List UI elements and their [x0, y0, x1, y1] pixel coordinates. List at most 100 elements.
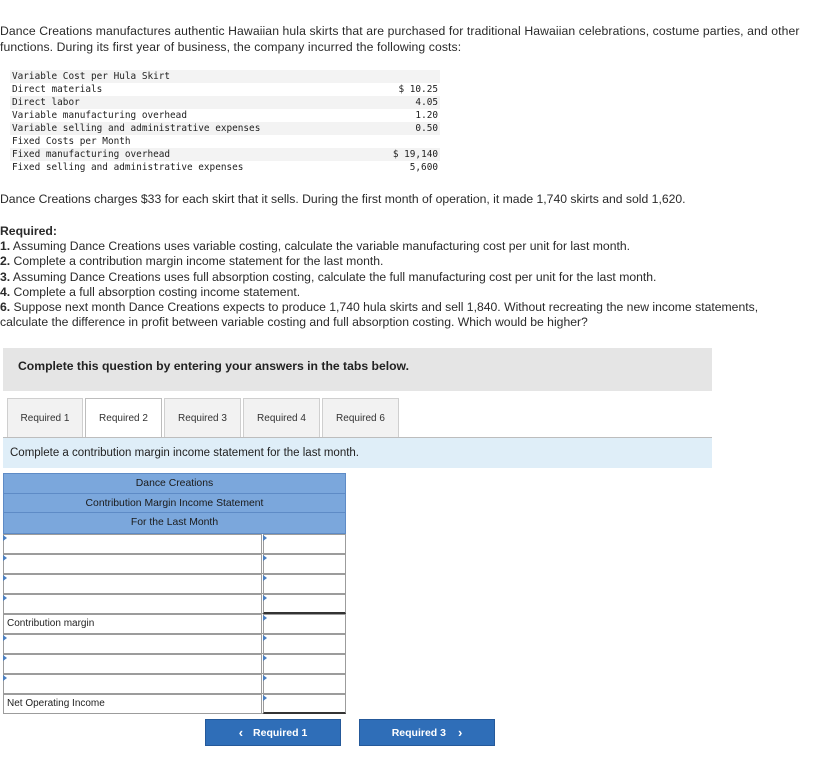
charges-text: Dance Creations charges $33 for each ski… [0, 192, 686, 206]
statement-amount-input[interactable] [263, 653, 346, 673]
required-item-number: 6. [0, 300, 11, 315]
tab-required-5[interactable]: Required 6 [322, 398, 399, 438]
tab-required-2[interactable]: Required 2 [85, 398, 162, 438]
input-marker-icon [263, 534, 267, 541]
cost-label: Fixed Costs per Month [12, 136, 131, 147]
statement-row [3, 553, 346, 574]
instructions-banner: Complete this question by entering your … [3, 348, 712, 391]
required-item: 4. Complete a full absorption costing in… [0, 285, 800, 300]
statement-header: Dance Creations Contribution Margin Inco… [3, 473, 346, 534]
cost-label: Variable Cost per Hula Skirt [10, 70, 376, 83]
cost-value: $ 19,140 [380, 148, 440, 161]
cost-label: Variable selling and administrative expe… [10, 122, 376, 135]
cost-row: Variable manufacturing overhead 1.20 [10, 109, 440, 122]
dropdown-marker-icon [3, 654, 7, 661]
statement-label-input[interactable] [3, 673, 262, 693]
required-heading: Required: [0, 224, 57, 238]
input-marker-icon [263, 614, 267, 621]
input-marker-icon [263, 574, 267, 581]
statement-amount-input[interactable] [263, 553, 346, 573]
next-button[interactable]: Required 3 › [359, 719, 495, 746]
statement-label-input[interactable] [3, 573, 262, 593]
dropdown-marker-icon [3, 574, 7, 581]
statement-amount-input[interactable] [263, 593, 346, 614]
prev-button-label: Required 1 [253, 726, 308, 739]
statement-row [3, 593, 346, 614]
input-marker-icon [263, 594, 267, 601]
chevron-right-icon: › [457, 725, 463, 740]
cost-row: Direct materials $ 10.25 [10, 83, 440, 96]
statement-label-input[interactable] [3, 653, 262, 673]
input-marker-icon [263, 694, 267, 701]
cost-row: Variable selling and administrative expe… [10, 122, 440, 135]
statement-amount-input[interactable] [263, 673, 346, 693]
input-marker-icon [263, 554, 267, 561]
required-item-text: Complete a contribution margin income st… [10, 254, 384, 269]
statement-amount-input[interactable] [263, 633, 346, 653]
chevron-left-icon: ‹ [238, 725, 244, 740]
income-statement: Dance Creations Contribution Margin Inco… [3, 473, 346, 714]
required-item-text: Complete a full absorption costing incom… [10, 284, 301, 299]
required-item-text: Assuming Dance Creations uses full absor… [10, 269, 657, 284]
required-item: 6. Suppose next month Dance Creations ex… [0, 300, 800, 330]
required-item-number: 2. [0, 254, 11, 269]
cost-label: Direct materials [12, 84, 103, 95]
input-marker-icon [263, 674, 267, 681]
required-item: 2. Complete a contribution margin income… [0, 254, 800, 269]
statement-row: Contribution margin [3, 613, 346, 634]
cost-row: Fixed manufacturing overhead $ 19,140 [10, 148, 440, 161]
cost-value: 1.20 [415, 110, 438, 121]
statement-label-input[interactable] [3, 533, 262, 553]
dropdown-marker-icon [3, 534, 7, 541]
statement-label-input[interactable] [3, 553, 262, 573]
cost-row: Fixed Costs per Month [10, 135, 440, 148]
instruction-text: Complete a contribution margin income st… [10, 447, 360, 459]
cost-value [380, 70, 440, 83]
required-item-number: 3. [0, 269, 11, 284]
banner-text: Complete this question by entering your … [18, 359, 409, 373]
statement-row [3, 653, 346, 674]
statement-amount-input[interactable] [263, 613, 346, 633]
required-item-number: 1. [0, 239, 11, 254]
statement-row [3, 633, 346, 654]
statement-label-input[interactable] [3, 633, 262, 653]
statement-row [3, 533, 346, 554]
cost-value: $ 10.25 [398, 84, 438, 95]
cost-row: Variable Cost per Hula Skirt [10, 70, 440, 83]
tab-required-3[interactable]: Required 3 [164, 398, 241, 438]
tab-required-1[interactable]: Required 1 [7, 398, 83, 438]
statement-amount-input[interactable] [263, 573, 346, 593]
statement-period: For the Last Month [130, 517, 219, 528]
dropdown-marker-icon [3, 634, 7, 641]
cost-label: Fixed manufacturing overhead [10, 148, 376, 161]
statement-row [3, 573, 346, 594]
tab-instruction: Complete a contribution margin income st… [3, 438, 712, 468]
dropdown-marker-icon [3, 554, 7, 561]
cost-label: Direct labor [10, 96, 376, 109]
statement-amount-input[interactable] [263, 533, 346, 553]
required-section: Required: 1. Assuming Dance Creations us… [0, 224, 800, 330]
prev-button[interactable]: ‹ Required 1 [205, 719, 341, 746]
input-marker-icon [263, 634, 267, 641]
statement-label: Contribution margin [3, 613, 262, 633]
statement-title: Contribution Margin Income Statement [4, 494, 345, 513]
required-item-number: 4. [0, 284, 11, 299]
problem-intro: Dance Creations manufactures authentic H… [0, 24, 800, 54]
dropdown-marker-icon [3, 594, 7, 601]
tab-bar: Required 1 Required 2 Required 3 Required 4… [7, 398, 401, 438]
input-marker-icon [263, 654, 267, 661]
cost-label: Fixed selling and administrative expense… [12, 162, 244, 173]
required-item: 1. Assuming Dance Creations uses variabl… [0, 239, 800, 254]
next-button-label: Required 3 [391, 726, 446, 739]
statement-amount-input[interactable] [263, 693, 346, 714]
statement-company: Dance Creations [4, 474, 345, 494]
required-item: 3. Assuming Dance Creations uses full ab… [0, 270, 800, 285]
cost-value: 5,600 [409, 162, 438, 173]
required-item-text: Assuming Dance Creations uses variable c… [10, 239, 631, 254]
tab-required-4[interactable]: Required 4 [243, 398, 320, 438]
statement-label-input[interactable] [3, 593, 262, 613]
cost-table: Variable Cost per Hula Skirt Direct mater… [10, 70, 440, 174]
cost-label: Variable manufacturing overhead [12, 110, 187, 121]
dropdown-marker-icon [3, 674, 7, 681]
required-item-text: Suppose next month Dance Creations expec… [0, 300, 759, 330]
